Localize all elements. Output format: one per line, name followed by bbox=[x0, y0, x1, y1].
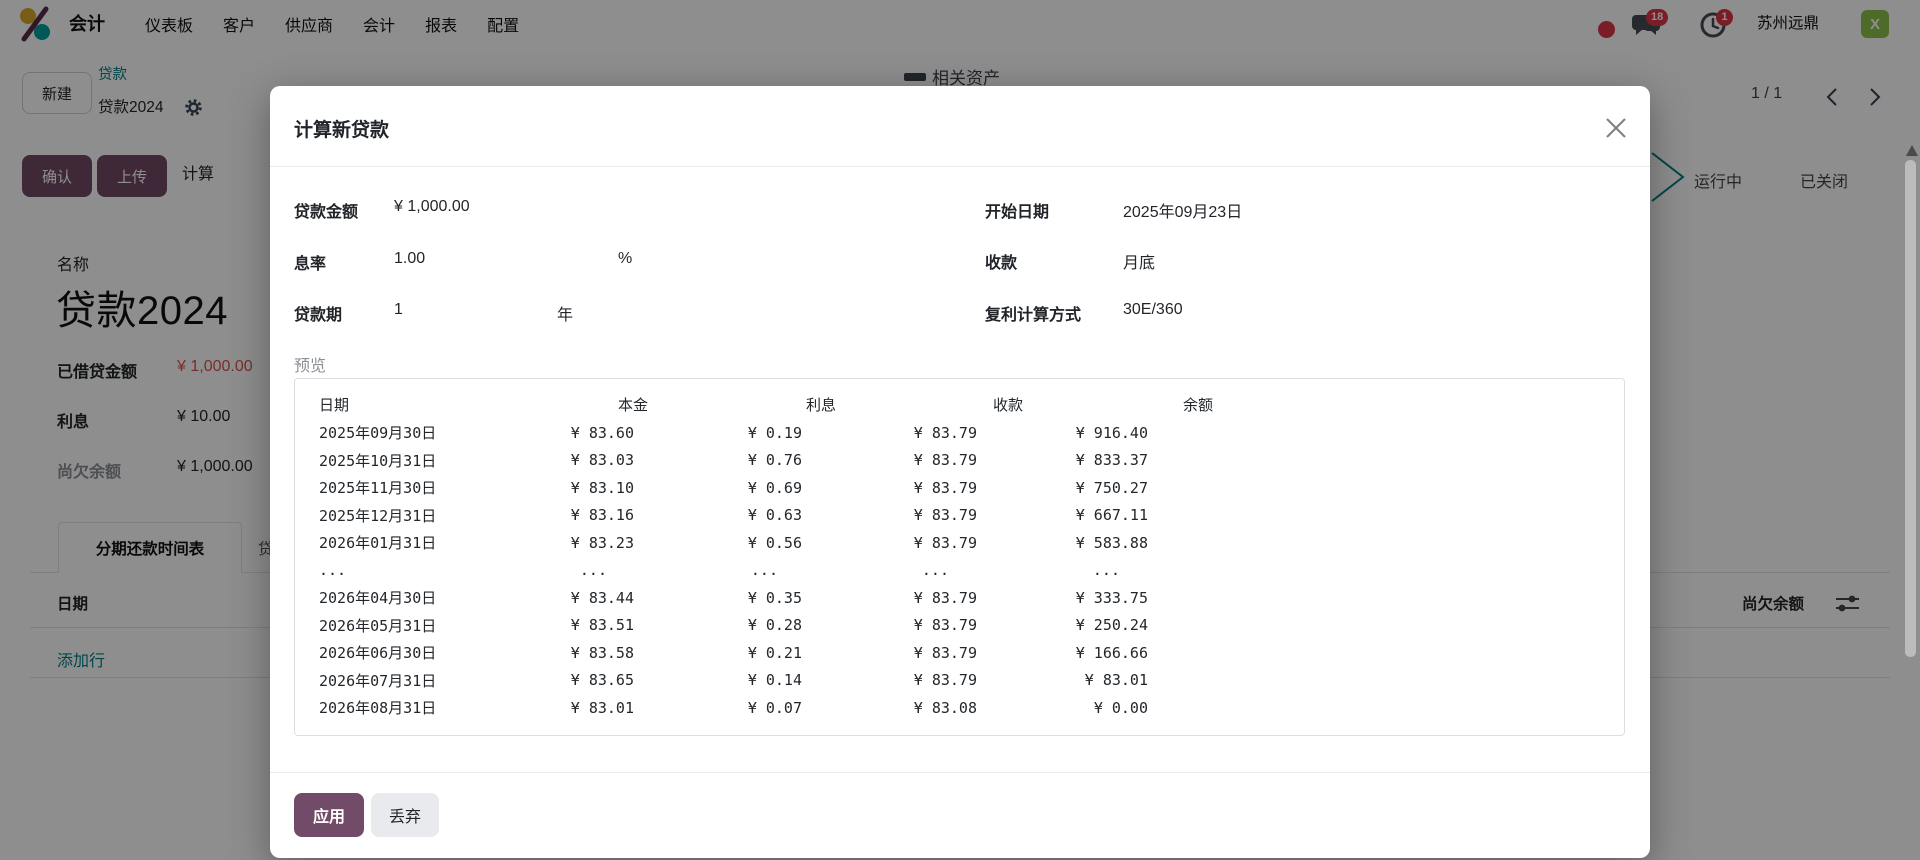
cell-date: 2026年06月30日 bbox=[295, 639, 519, 667]
close-button[interactable] bbox=[1598, 110, 1634, 146]
cell-payment: ¥ 83.79 bbox=[836, 612, 1023, 640]
interest-rate-label: 息率 bbox=[294, 250, 326, 274]
amortization-preview-table: 日期 本金 利息 收款 余额 2025年09月30日 ¥ 83.60 ¥ 0.1… bbox=[295, 389, 1624, 722]
preview-row: 2025年11月30日 ¥ 83.10 ¥ 0.69 ¥ 83.79 ¥ 750… bbox=[295, 474, 1624, 502]
cell-balance: ¥ 333.75 bbox=[1023, 584, 1213, 612]
cell-date: 2025年11月30日 bbox=[295, 474, 519, 502]
cell-principal: ¥ 83.16 bbox=[519, 502, 648, 530]
cell-balance: ¥ 166.66 bbox=[1023, 639, 1213, 667]
cell-principal: ¥ 83.60 bbox=[519, 419, 648, 447]
cell-interest: ¥ 0.19 bbox=[648, 419, 836, 447]
cell-date: 2026年01月31日 bbox=[295, 529, 519, 557]
cell-payment: ¥ 83.08 bbox=[836, 694, 1023, 722]
cell-payment: ¥ 83.79 bbox=[836, 447, 1023, 475]
apply-button[interactable]: 应用 bbox=[294, 793, 364, 837]
cell-date: 2025年12月31日 bbox=[295, 502, 519, 530]
cell-balance: ¥ 667.11 bbox=[1023, 502, 1213, 530]
col-date: 日期 bbox=[295, 389, 519, 419]
cell-principal: ... bbox=[519, 557, 648, 585]
interest-rate-value[interactable]: 1.00 bbox=[394, 250, 425, 268]
preview-row: 2026年08月31日 ¥ 83.01 ¥ 0.07 ¥ 83.08 ¥ 0.0… bbox=[295, 694, 1624, 722]
day-count-label: 复利计算方式 bbox=[985, 301, 1081, 325]
preview-row: 2025年09月30日 ¥ 83.60 ¥ 0.19 ¥ 83.79 ¥ 916… bbox=[295, 419, 1624, 447]
cell-interest: ¥ 0.28 bbox=[648, 612, 836, 640]
dialog-header-divider bbox=[270, 166, 1650, 167]
day-count-value[interactable]: 30E/360 bbox=[1123, 301, 1183, 319]
dialog-footer-divider bbox=[270, 772, 1650, 773]
cell-date: 2026年07月31日 bbox=[295, 667, 519, 695]
payment-label: 收款 bbox=[985, 249, 1017, 273]
cell-interest: ¥ 0.69 bbox=[648, 474, 836, 502]
cell-payment: ¥ 83.79 bbox=[836, 419, 1023, 447]
col-interest: 利息 bbox=[648, 389, 836, 419]
cell-principal: ¥ 83.01 bbox=[519, 694, 648, 722]
cell-balance: ¥ 250.24 bbox=[1023, 612, 1213, 640]
loan-amount-label: 贷款金额 bbox=[294, 198, 358, 222]
cell-interest: ¥ 0.07 bbox=[648, 694, 836, 722]
loan-amount-value[interactable]: ¥ 1,000.00 bbox=[394, 198, 470, 216]
cell-date: 2025年09月30日 bbox=[295, 419, 519, 447]
discard-button[interactable]: 丢弃 bbox=[371, 793, 439, 837]
start-date-value[interactable]: 2025年09月23日 bbox=[1123, 198, 1242, 222]
cell-date: 2025年10月31日 bbox=[295, 447, 519, 475]
cell-balance: ¥ 750.27 bbox=[1023, 474, 1213, 502]
preview-row: 2026年06月30日 ¥ 83.58 ¥ 0.21 ¥ 83.79 ¥ 166… bbox=[295, 639, 1624, 667]
cell-date: ... bbox=[295, 557, 519, 585]
cell-payment: ... bbox=[836, 557, 1023, 585]
col-payment: 收款 bbox=[836, 389, 1023, 419]
cell-payment: ¥ 83.79 bbox=[836, 639, 1023, 667]
cell-interest: ¥ 0.76 bbox=[648, 447, 836, 475]
cell-interest: ¥ 0.63 bbox=[648, 502, 836, 530]
percent-suffix: % bbox=[618, 250, 632, 268]
cell-principal: ¥ 83.65 bbox=[519, 667, 648, 695]
cell-payment: ¥ 83.79 bbox=[836, 529, 1023, 557]
cell-date: 2026年05月31日 bbox=[295, 612, 519, 640]
cell-date: 2026年08月31日 bbox=[295, 694, 519, 722]
scrollbar-thumb[interactable] bbox=[1905, 160, 1916, 657]
dialog-title: 计算新贷款 bbox=[294, 115, 389, 142]
preview-row: 2026年05月31日 ¥ 83.51 ¥ 0.28 ¥ 83.79 ¥ 250… bbox=[295, 612, 1624, 640]
cell-principal: ¥ 83.58 bbox=[519, 639, 648, 667]
cell-principal: ¥ 83.10 bbox=[519, 474, 648, 502]
cell-principal: ¥ 83.44 bbox=[519, 584, 648, 612]
cell-interest: ... bbox=[648, 557, 836, 585]
start-date-label: 开始日期 bbox=[985, 198, 1049, 222]
col-principal: 本金 bbox=[519, 389, 648, 419]
cell-balance: ¥ 83.01 bbox=[1023, 667, 1213, 695]
cell-date: 2026年04月30日 bbox=[295, 584, 519, 612]
preview-table-box: 日期 本金 利息 收款 余额 2025年09月30日 ¥ 83.60 ¥ 0.1… bbox=[294, 378, 1625, 736]
payment-value[interactable]: 月底 bbox=[1123, 249, 1155, 273]
col-balance: 余额 bbox=[1023, 389, 1213, 419]
cell-balance: ¥ 583.88 bbox=[1023, 529, 1213, 557]
cell-principal: ¥ 83.23 bbox=[519, 529, 648, 557]
cell-payment: ¥ 83.79 bbox=[836, 584, 1023, 612]
cell-principal: ¥ 83.03 bbox=[519, 447, 648, 475]
preview-row: ... ... ... ... ... bbox=[295, 557, 1624, 585]
preview-row: 2025年10月31日 ¥ 83.03 ¥ 0.76 ¥ 83.79 ¥ 833… bbox=[295, 447, 1624, 475]
preview-row: 2025年12月31日 ¥ 83.16 ¥ 0.63 ¥ 83.79 ¥ 667… bbox=[295, 502, 1624, 530]
scrollbar-up-arrow-icon[interactable] bbox=[1906, 145, 1918, 156]
preview-row: 2026年01月31日 ¥ 83.23 ¥ 0.56 ¥ 83.79 ¥ 583… bbox=[295, 529, 1624, 557]
cell-payment: ¥ 83.79 bbox=[836, 667, 1023, 695]
preview-header-row: 日期 本金 利息 收款 余额 bbox=[295, 389, 1624, 419]
cell-payment: ¥ 83.79 bbox=[836, 474, 1023, 502]
preview-row: 2026年04月30日 ¥ 83.44 ¥ 0.35 ¥ 83.79 ¥ 333… bbox=[295, 584, 1624, 612]
cell-interest: ¥ 0.14 bbox=[648, 667, 836, 695]
cell-principal: ¥ 83.51 bbox=[519, 612, 648, 640]
cell-interest: ¥ 0.35 bbox=[648, 584, 836, 612]
cell-interest: ¥ 0.56 bbox=[648, 529, 836, 557]
cell-interest: ¥ 0.21 bbox=[648, 639, 836, 667]
loan-term-value[interactable]: 1 bbox=[394, 301, 403, 319]
cell-balance: ... bbox=[1023, 557, 1213, 585]
cell-payment: ¥ 83.79 bbox=[836, 502, 1023, 530]
years-suffix: 年 bbox=[557, 301, 573, 325]
cell-balance: ¥ 0.00 bbox=[1023, 694, 1213, 722]
loan-term-label: 贷款期 bbox=[294, 301, 342, 325]
compute-loan-dialog: 计算新贷款 贷款金额 ¥ 1,000.00 息率 1.00 % 贷款期 1 年 … bbox=[270, 86, 1650, 858]
cell-balance: ¥ 833.37 bbox=[1023, 447, 1213, 475]
preview-label: 预览 bbox=[294, 352, 326, 376]
close-icon bbox=[1604, 116, 1628, 140]
cell-balance: ¥ 916.40 bbox=[1023, 419, 1213, 447]
preview-row: 2026年07月31日 ¥ 83.65 ¥ 0.14 ¥ 83.79 ¥ 83.… bbox=[295, 667, 1624, 695]
